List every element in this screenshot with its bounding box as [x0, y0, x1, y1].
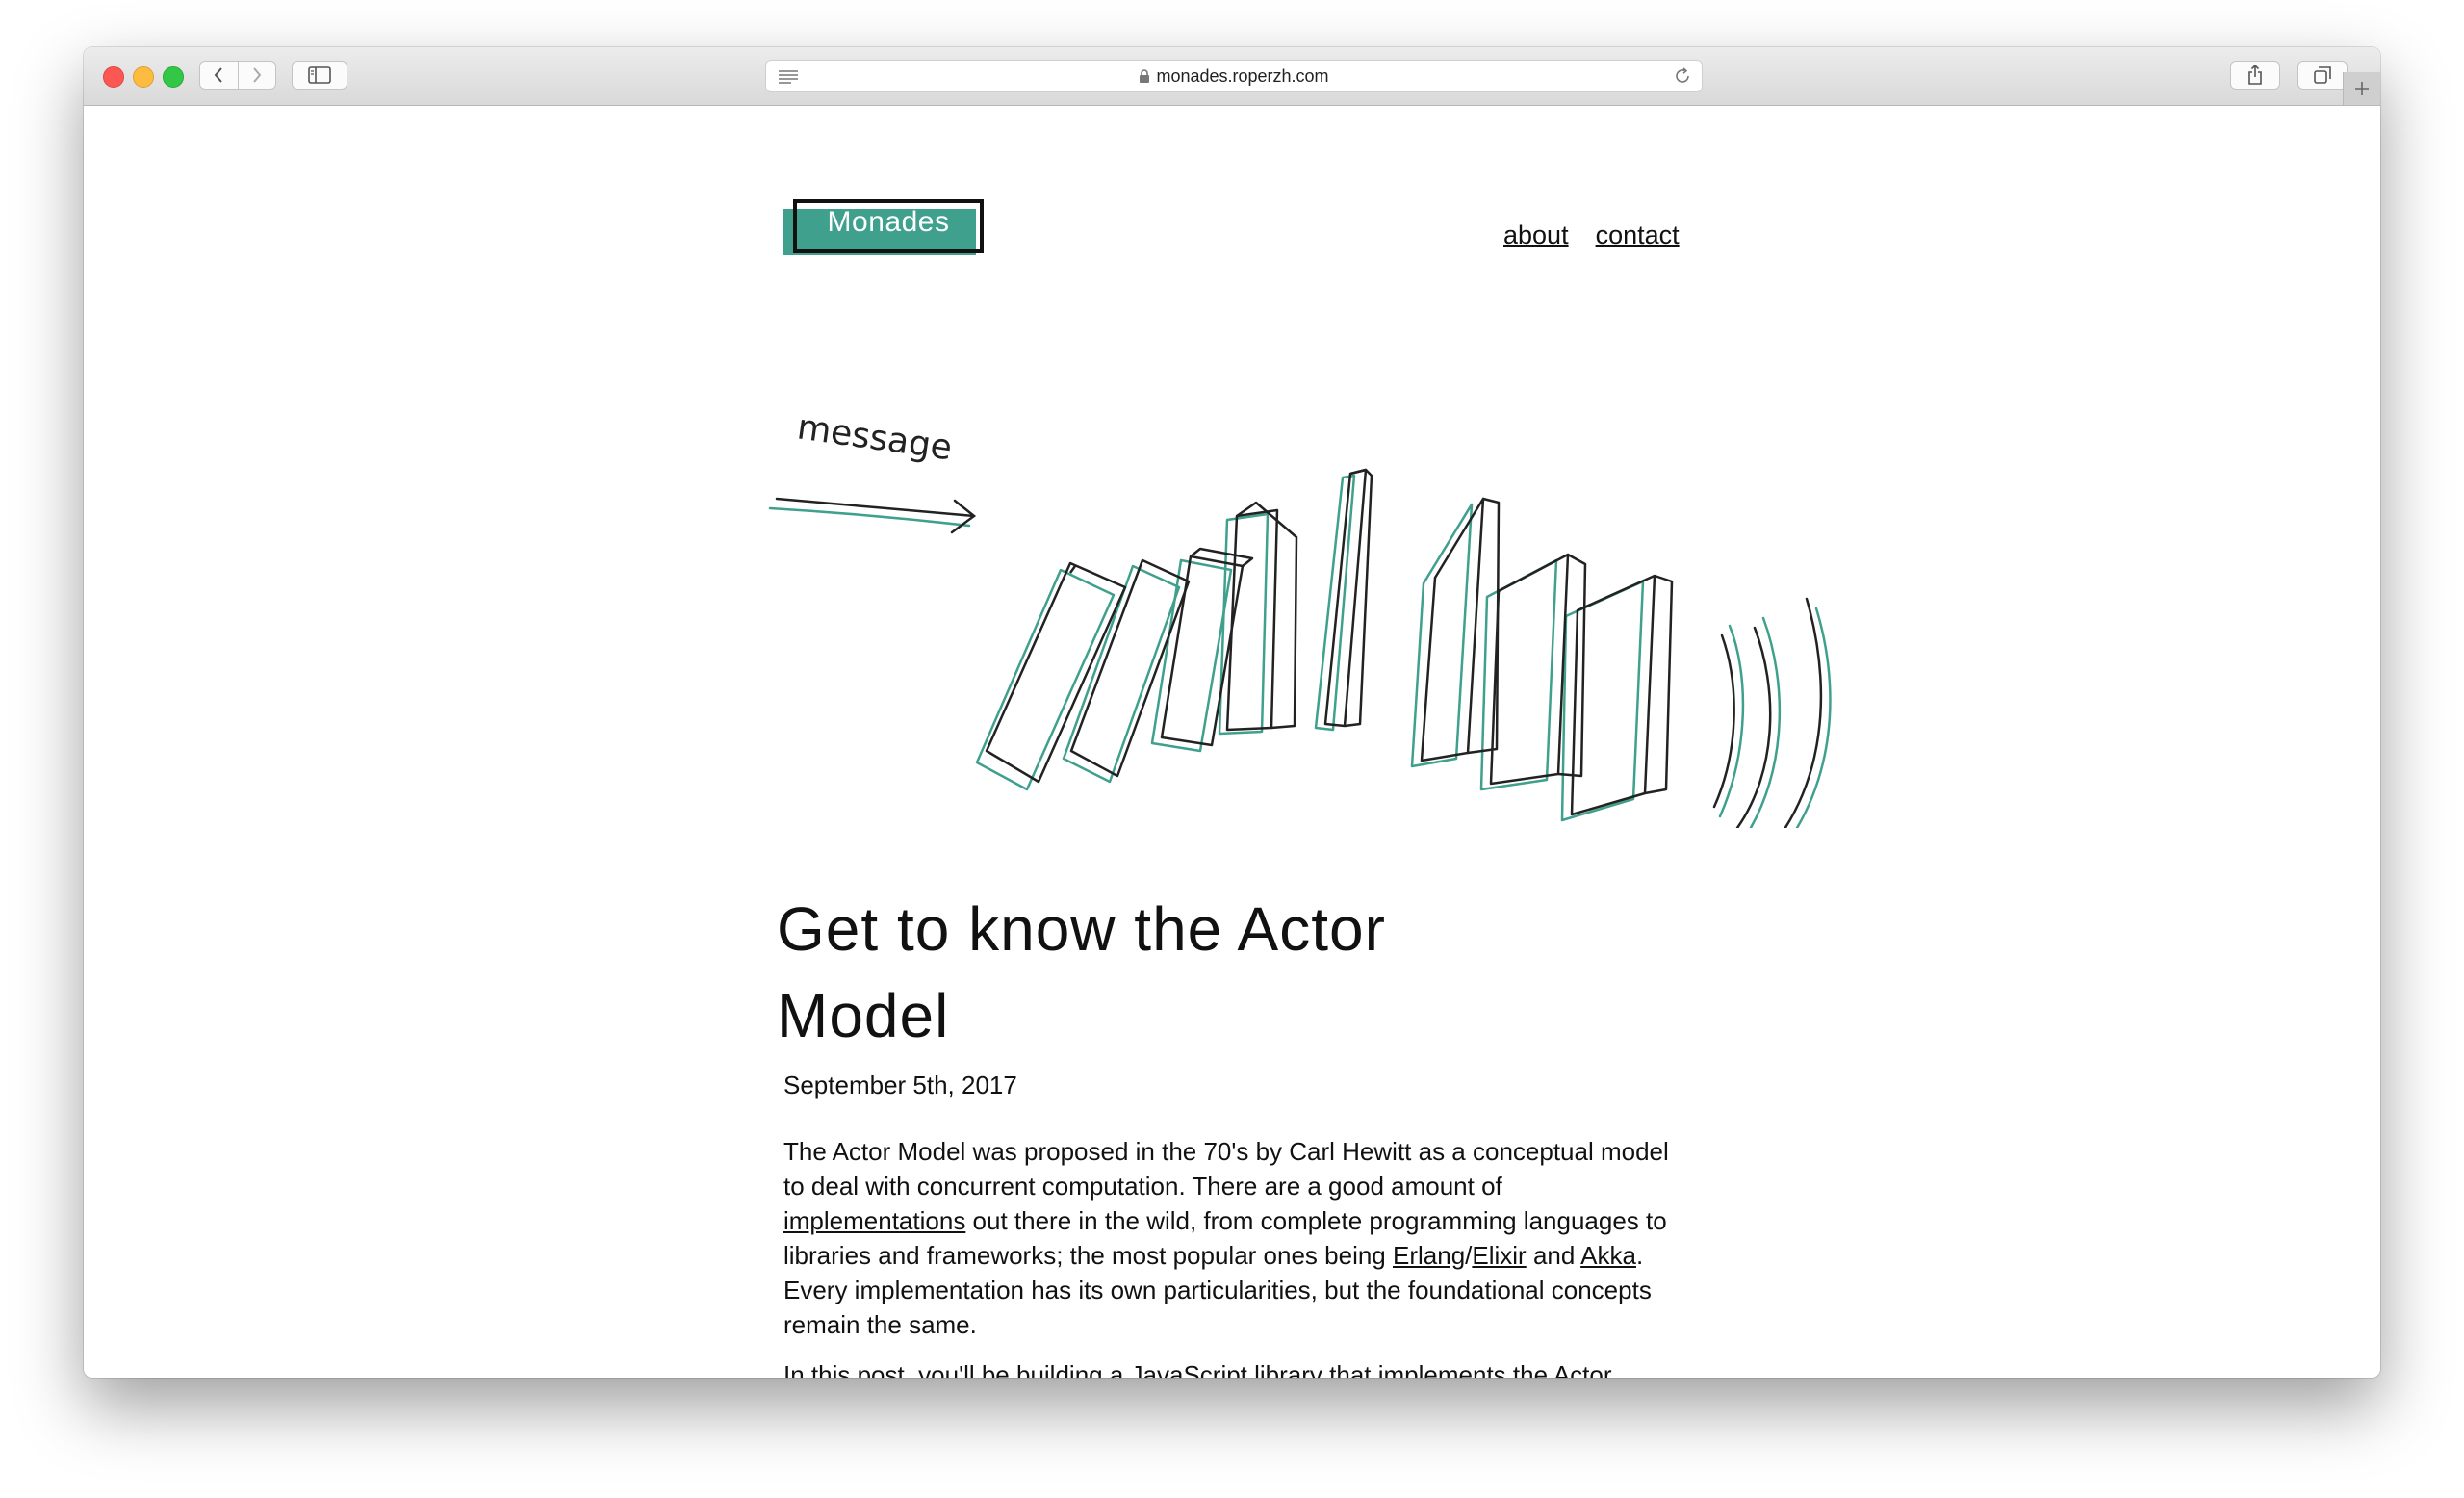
- back-button[interactable]: [200, 62, 238, 89]
- page-content: Monades about contact message Get to kno…: [84, 106, 2380, 1378]
- reload-icon[interactable]: [1673, 66, 1692, 86]
- lock-icon: [1140, 68, 1150, 83]
- new-tab-button[interactable]: [2343, 72, 2380, 105]
- forward-button[interactable]: [237, 62, 276, 89]
- p1-text-1: The Actor Model was proposed in the 70's…: [783, 1137, 1669, 1201]
- logo-text: Monades: [827, 206, 950, 238]
- elixir-link[interactable]: Elixir: [1472, 1241, 1526, 1270]
- sidebar-toggle-button[interactable]: [292, 61, 347, 90]
- url-text: monades.roperzh.com: [1156, 65, 1329, 86]
- post-paragraph-1: The Actor Model was proposed in the 70's…: [783, 1134, 1688, 1342]
- zoom-window-button[interactable]: [163, 66, 184, 88]
- sidebar-icon: [308, 66, 331, 84]
- site-nav: about contact: [1503, 220, 1707, 250]
- arrow-icon: [768, 497, 977, 534]
- minimize-window-button[interactable]: [133, 66, 154, 88]
- chevron-right-icon: [252, 67, 262, 83]
- post-title: Get to know the Actor Model: [777, 886, 1624, 1059]
- hero-message-label: message: [795, 407, 955, 468]
- plus-icon: [2355, 82, 2369, 95]
- back-forward-group: [199, 61, 276, 90]
- nav-contact-link[interactable]: contact: [1596, 220, 1680, 249]
- post-paragraph-2: In this post, you'll be building a JavaS…: [783, 1360, 1612, 1378]
- p1-text-3: and: [1526, 1241, 1581, 1270]
- share-icon: [2248, 65, 2262, 85]
- post-date: September 5th, 2017: [783, 1071, 1017, 1099]
- vibration-waves-icon: [1712, 597, 1832, 828]
- erlang-link[interactable]: Erlang: [1393, 1241, 1465, 1270]
- hero-illustration: message: [768, 407, 1832, 828]
- browser-window: monades.roperzh.com Monades about contact…: [84, 47, 2380, 1378]
- address-bar[interactable]: monades.roperzh.com: [765, 60, 1703, 92]
- domino-books-icon: [975, 468, 1674, 822]
- tab-overview-button[interactable]: [2297, 61, 2348, 90]
- close-window-button[interactable]: [103, 66, 124, 88]
- post-title-line2: Model: [777, 981, 950, 1050]
- akka-link[interactable]: Akka: [1580, 1241, 1636, 1270]
- browser-toolbar: monades.roperzh.com: [84, 47, 2380, 106]
- nav-about-link[interactable]: about: [1503, 220, 1569, 249]
- site-logo[interactable]: Monades: [783, 199, 984, 257]
- implementations-link[interactable]: implementations: [783, 1206, 965, 1235]
- post-title-line1: Get to know the Actor: [777, 894, 1386, 964]
- chevron-left-icon: [214, 67, 223, 83]
- share-button[interactable]: [2230, 61, 2280, 90]
- post-body: The Actor Model was proposed in the 70's…: [783, 1134, 1688, 1378]
- tab-overview-icon: [2314, 66, 2331, 84]
